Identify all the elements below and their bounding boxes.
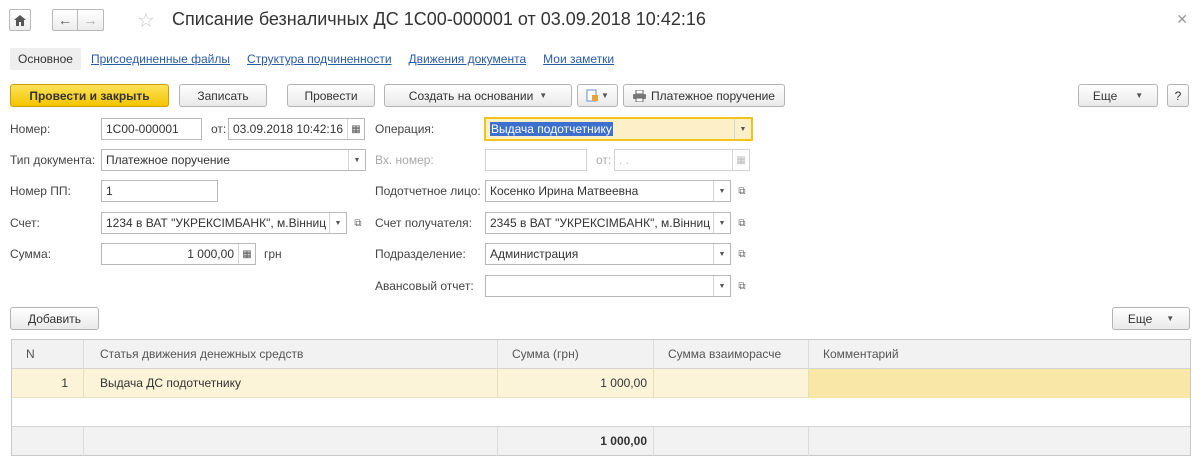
calendar-icon[interactable]: ▦ (732, 150, 749, 170)
print-documents-button[interactable]: ▼ (577, 84, 618, 107)
chevron-down-icon[interactable]: ▼ (734, 119, 751, 139)
account-select[interactable]: 1234 в ВАТ "УКРЕКСІМБАНК", м.Вінниц ▼ (101, 212, 347, 234)
chevron-down-icon[interactable]: ▼ (713, 276, 730, 296)
recipient-account-select[interactable]: 2345 в ВАТ "УКРЕКСІМБАНК", м.Вінниц ▼ (485, 212, 731, 234)
footer-total-amount: 1 000,00 (498, 427, 654, 456)
chevron-down-icon[interactable]: ▼ (329, 213, 346, 233)
document-icon (586, 89, 599, 102)
payment-order-print-button[interactable]: Платежное поручение (623, 84, 785, 107)
incoming-date-field[interactable]: . . ▦ (614, 149, 750, 171)
back-button[interactable]: ← (52, 9, 78, 31)
row-amount: 1 000,00 (498, 369, 654, 398)
column-header-n[interactable]: N (12, 340, 84, 369)
open-accountable-person-icon[interactable]: ⧉ (733, 180, 751, 202)
advance-report-label: Авансовый отчет: (375, 279, 474, 293)
row-number: 1 (12, 369, 84, 398)
column-header-settlement-amount[interactable]: Сумма взаиморасче (654, 340, 809, 369)
department-label: Подразделение: (375, 247, 466, 261)
table-more-button[interactable]: Еще ▼ (1112, 307, 1190, 330)
date-from-label: от: (211, 122, 227, 136)
open-advance-report-icon[interactable]: ⧉ (733, 275, 751, 297)
forward-button[interactable]: → (78, 9, 104, 31)
open-department-icon[interactable]: ⧉ (733, 243, 751, 265)
tab-subordination-structure[interactable]: Структура подчиненности (247, 52, 392, 66)
close-icon[interactable]: ✕ (1176, 11, 1188, 28)
column-header-comment[interactable]: Комментарий (809, 340, 1190, 369)
accountable-person-label: Подотчетное лицо: (375, 184, 481, 198)
footer-settlement-cell (654, 427, 809, 456)
write-button[interactable]: Записать (179, 84, 267, 107)
chevron-down-icon: ▼ (601, 91, 609, 100)
add-row-button[interactable]: Добавить (10, 307, 99, 330)
doc-type-label: Тип документа: (10, 153, 96, 167)
pp-number-field[interactable]: 1 (101, 180, 218, 202)
calendar-icon[interactable]: ▦ (347, 119, 364, 139)
row-settlement-amount (654, 369, 809, 398)
tab-my-notes[interactable]: Мои заметки (543, 52, 614, 66)
chevron-down-icon[interactable]: ▼ (348, 150, 365, 170)
currency-label: грн (264, 247, 282, 261)
tab-document-movements[interactable]: Движения документа (409, 52, 527, 66)
chevron-down-icon: ▼ (1135, 91, 1144, 100)
chevron-down-icon[interactable]: ▼ (713, 213, 730, 233)
footer-item-cell (84, 427, 498, 456)
tab-attached-files[interactable]: Присоединенные файлы (91, 52, 230, 66)
favorite-star-icon[interactable]: ☆ (137, 8, 155, 33)
open-recipient-account-icon[interactable]: ⧉ (733, 212, 751, 234)
printer-icon (633, 89, 647, 102)
recipient-account-label: Счет получателя: (375, 216, 472, 230)
table-footer: 1 000,00 (12, 426, 1190, 456)
amount-label: Сумма: (10, 247, 52, 261)
row-comment (809, 369, 1190, 398)
department-select[interactable]: Администрация ▼ (485, 243, 731, 265)
operation-select[interactable]: Выдача подотчетнику ▼ (484, 117, 753, 141)
more-actions-button[interactable]: Еще ▼ (1078, 84, 1158, 107)
row-cash-flow-item: Выдача ДС подотчетнику (84, 369, 498, 398)
pp-number-label: Номер ПП: (10, 184, 71, 198)
calculator-icon[interactable]: ▦ (238, 244, 255, 264)
tab-main[interactable]: Основное (10, 48, 81, 70)
operation-label: Операция: (375, 122, 435, 136)
chevron-down-icon: ▼ (1166, 314, 1175, 323)
accountable-person-select[interactable]: Косенко Ирина Матвеевна ▼ (485, 180, 731, 202)
doc-type-select[interactable]: Платежное поручение ▼ (101, 149, 366, 171)
account-label: Счет: (10, 216, 40, 230)
cash-flow-table: N Статья движения денежных средств Сумма… (11, 339, 1191, 456)
column-header-cash-flow-item[interactable]: Статья движения денежных средств (84, 340, 498, 369)
help-button[interactable]: ? (1167, 84, 1189, 107)
number-field[interactable]: 1С00-000001 (101, 118, 202, 140)
footer-n-cell (12, 427, 84, 456)
amount-field[interactable]: 1 000,00 ▦ (101, 243, 256, 265)
footer-comment-cell (809, 427, 1190, 456)
create-based-on-button[interactable]: Создать на основании ▼ (384, 84, 572, 107)
chevron-down-icon[interactable]: ▼ (713, 181, 730, 201)
post-and-close-button[interactable]: Провести и закрыть (10, 84, 169, 107)
chevron-down-icon[interactable]: ▼ (713, 244, 730, 264)
column-header-amount[interactable]: Сумма (грн) (498, 340, 654, 369)
incoming-number-label: Вх. номер: (375, 153, 434, 167)
home-button[interactable] (9, 9, 31, 31)
post-button[interactable]: Провести (287, 84, 375, 107)
chevron-down-icon: ▼ (539, 91, 548, 100)
open-account-icon[interactable]: ⧉ (349, 212, 367, 234)
arrow-right-icon: → (83, 12, 98, 28)
home-icon (14, 14, 26, 26)
incoming-number-field[interactable] (485, 149, 587, 171)
table-header: N Статья движения денежных средств Сумма… (12, 340, 1190, 369)
advance-report-select[interactable]: ▼ (485, 275, 731, 297)
page-title: Списание безналичных ДС 1С00-000001 от 0… (172, 9, 706, 29)
section-tabs: Основное Присоединенные файлы Структура … (10, 48, 631, 70)
incoming-date-from-label: от: (596, 153, 612, 167)
number-label: Номер: (10, 122, 51, 136)
table-row[interactable]: 1 Выдача ДС подотчетнику 1 000,00 (12, 369, 1190, 398)
arrow-left-icon: ← (58, 12, 72, 28)
date-field[interactable]: 03.09.2018 10:42:16 ▦ (228, 118, 365, 140)
